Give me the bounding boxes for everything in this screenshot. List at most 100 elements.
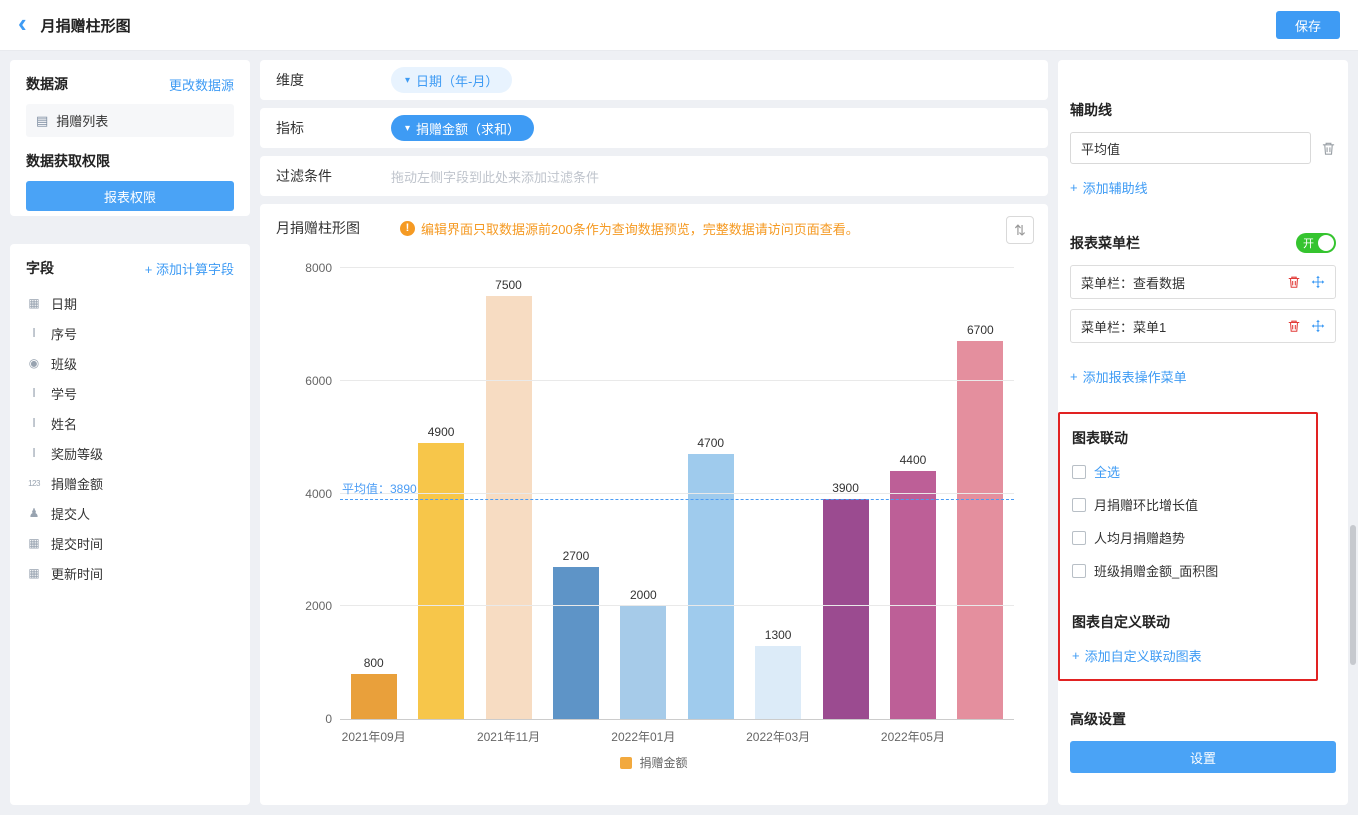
field-item[interactable]: ▦提交时间 [26,528,234,558]
checkbox[interactable] [1072,465,1086,479]
bar-cell: 4900 [407,268,474,719]
linkage-option[interactable]: 班级捐赠金额_面积图 [1072,561,1304,580]
chart-card: 月捐赠柱形图 ! 编辑界面只取数据源前200条作为查询数据预览，完整数据请访问页… [260,204,1048,805]
bar[interactable] [890,471,936,719]
bar[interactable] [351,674,397,719]
toggle-on-label: 开 [1303,235,1314,251]
caret-down-icon: ▾ [405,123,410,134]
field-item[interactable]: ◉班级 [26,348,234,378]
gridline [340,380,1014,381]
save-button[interactable]: 保存 [1276,11,1340,39]
field-item[interactable]: Ⅰ姓名 [26,408,234,438]
field-item[interactable]: ♟提交人 [26,498,234,528]
dimension-tag[interactable]: ▾ 日期（年-月） [391,67,512,93]
delete-icon[interactable] [1287,275,1301,289]
bar[interactable] [418,443,464,719]
bar[interactable] [486,296,532,719]
calendar-icon: ▦ [26,296,42,310]
bar-cell: 20002022年01月 [610,268,677,719]
menu-item-label: 菜单栏：查看数据 [1081,273,1185,292]
dimension-row: 维度 ▾ 日期（年-月） [260,60,1048,100]
field-item[interactable]: Ⅰ学号 [26,378,234,408]
bar[interactable] [957,341,1003,719]
field-item[interactable]: 123捐赠金额 [26,468,234,498]
linkage-option[interactable]: 月捐赠环比增长值 [1072,495,1304,514]
bar[interactable] [553,567,599,719]
add-custom-linkage-link[interactable]: + 添加自定义联动图表 [1072,646,1202,665]
datasource-item[interactable]: ▤ 捐赠列表 [26,104,234,137]
delete-icon[interactable] [1287,319,1301,333]
chart-legend[interactable]: 捐赠金额 [276,754,1032,771]
aux-line-section: 辅助线 + 添加辅助线 [1070,100,1336,197]
checkbox[interactable] [1072,564,1086,578]
bar-value-label: 6700 [967,323,994,337]
chart-linkage-panel: 图表联动 全选 月捐赠环比增长值人均月捐赠趋势班级捐赠金额_面积图 图表自定义联… [1058,412,1318,681]
report-permission-button[interactable]: 报表权限 [26,181,234,211]
menu-bar-toggle[interactable]: 开 [1296,233,1336,253]
sort-button[interactable]: ⇅ [1006,216,1034,244]
y-tick-label: 2000 [292,599,332,613]
linkage-option-label: 班级捐赠金额_面积图 [1094,561,1218,580]
main-area: 数据源 更改数据源 ▤ 捐赠列表 数据获取权限 报表权限 字段 + 添加计算字段… [10,60,1348,805]
fields-title: 字段 [26,258,54,278]
change-datasource-link[interactable]: 更改数据源 [169,75,234,94]
y-tick-label: 8000 [292,261,332,275]
delete-aux-line-icon[interactable] [1321,141,1336,156]
metric-tag[interactable]: ▾ 捐赠金额（求和） [391,115,534,141]
custom-linkage-title: 图表自定义联动 [1072,612,1304,632]
checkbox[interactable] [1072,498,1086,512]
bar-value-label: 4900 [428,425,455,439]
move-icon[interactable] [1311,275,1325,289]
bar-value-label: 4400 [900,453,927,467]
aux-line-title: 辅助线 [1070,100,1336,120]
back-button[interactable]: ‹ [18,10,27,36]
plus-icon: + [1070,180,1078,195]
select-all-option[interactable]: 全选 [1072,462,1304,481]
gridline [340,605,1014,606]
select-icon: ◉ [26,356,42,370]
aux-line-input[interactable] [1070,132,1311,164]
bar-value-label: 2000 [630,588,657,602]
bar[interactable] [755,646,801,719]
bar-cell: 13002022年03月 [744,268,811,719]
x-tick-label: 2021年09月 [342,728,406,745]
dimension-tag-label: 日期（年-月） [416,71,498,90]
linkage-option[interactable]: 人均月捐赠趋势 [1072,528,1304,547]
menu-item-actions [1287,319,1325,333]
text-icon: Ⅰ [26,446,42,460]
bar-cell: 6700 [947,268,1014,719]
field-item[interactable]: Ⅰ 奖励等级 [26,438,234,468]
field-item[interactable]: Ⅰ序号 [26,318,234,348]
field-label: 提交时间 [51,534,103,553]
field-item[interactable]: ▦更新时间 [26,558,234,588]
add-calc-field-link[interactable]: + 添加计算字段 [145,259,234,278]
field-label: 奖励等级 [51,444,103,463]
field-item[interactable]: ▦日期 [26,288,234,318]
chart-header: 月捐赠柱形图 ! 编辑界面只取数据源前200条作为查询数据预览，完整数据请访问页… [276,218,1032,238]
field-label: 更新时间 [51,564,103,583]
scrollbar-thumb[interactable] [1350,525,1356,665]
bar[interactable] [620,606,666,719]
y-tick-label: 4000 [292,487,332,501]
person-icon: ♟ [26,506,42,520]
filter-dropzone[interactable]: 拖动左侧字段到此处来添加过滤条件 [391,167,599,186]
table-icon: ▤ [36,113,48,129]
x-tick-label: 2022年03月 [746,728,810,745]
bar[interactable] [688,454,734,719]
text-icon: Ⅰ [26,416,42,430]
settings-button[interactable]: 设置 [1070,741,1336,773]
filter-label: 过滤条件 [276,166,391,186]
text-icon: Ⅰ [26,386,42,400]
datasource-item-label: 捐赠列表 [56,111,108,130]
menu-bar-section: 报表菜单栏 开 菜单栏：查看数据菜单栏：菜单1 + 添加报表操作菜单 [1070,233,1336,386]
bar-value-label: 800 [364,656,384,670]
move-icon[interactable] [1311,319,1325,333]
add-report-menu-label: 添加报表操作菜单 [1083,367,1187,386]
bar-cell: 3900 [812,268,879,719]
bar-value-label: 2700 [563,549,590,563]
add-report-menu-link[interactable]: + 添加报表操作菜单 [1070,367,1187,386]
bar[interactable] [823,499,869,719]
page-title: 月捐赠柱形图 [41,15,131,36]
checkbox[interactable] [1072,531,1086,545]
add-aux-line-link[interactable]: + 添加辅助线 [1070,178,1148,197]
